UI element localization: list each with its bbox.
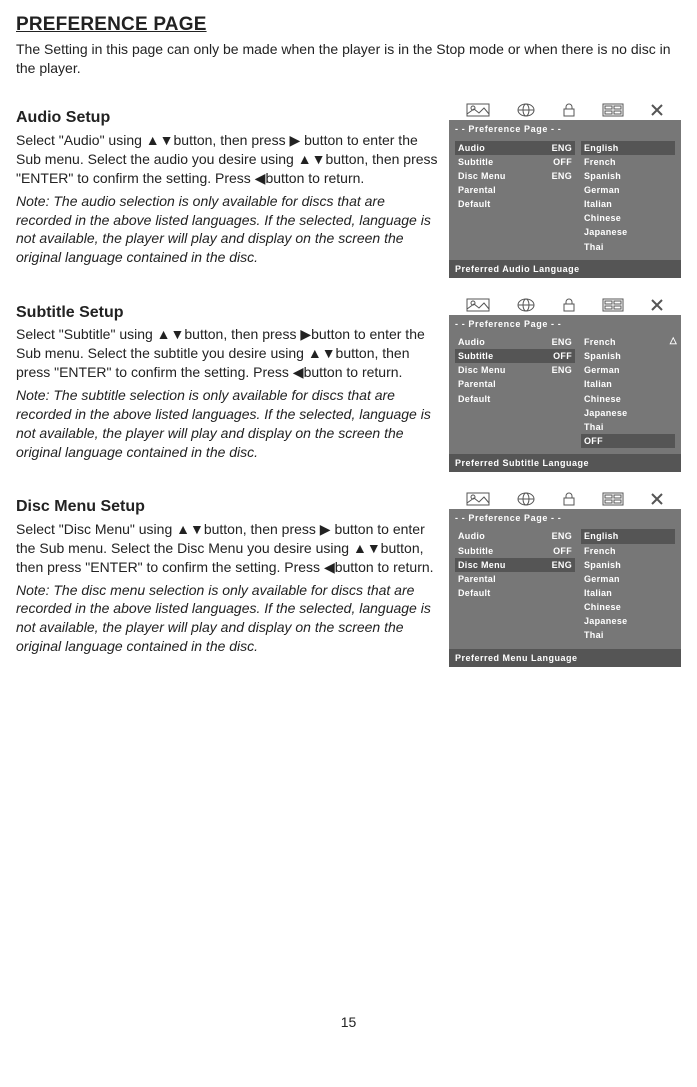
osd-row-parental: Parental [455, 572, 575, 586]
close-icon [650, 298, 664, 312]
close-icon [650, 492, 664, 506]
osd-row-discmenu: Disc MenuENG [455, 558, 575, 572]
osd-footer: Preferred Audio Language [449, 260, 681, 278]
osd-tab-title: - - Preference Page - - [449, 120, 681, 138]
osd-tab-title: - - Preference Page - - [449, 315, 681, 333]
page-number: 15 [16, 1013, 681, 1032]
osd-row-discmenu: Disc MenuENG [455, 169, 575, 183]
osd-row-default: Default [455, 586, 575, 600]
lang-option: Japanese [581, 614, 675, 628]
osd-row-parental: Parental [455, 377, 575, 391]
osd-footer: Preferred Menu Language [449, 649, 681, 667]
lang-option: French [581, 335, 675, 349]
osd-row-audio: AudioENG [455, 529, 575, 543]
close-icon [650, 103, 664, 117]
osd-audio: - - Preference Page - - AudioENG Subtitl… [449, 99, 681, 277]
lang-option: Chinese [581, 392, 675, 406]
lang-option: Thai [581, 628, 675, 642]
osd-row-audio: AudioENG [455, 335, 575, 349]
app-icon [602, 492, 624, 506]
photo-icon [466, 492, 490, 506]
lang-option: German [581, 363, 675, 377]
lang-option: Italian [581, 377, 675, 391]
lang-option: Italian [581, 586, 675, 600]
globe-icon [516, 103, 536, 117]
subtitle-section: - - Preference Page - - AudioENG Subtitl… [16, 290, 681, 478]
lock-icon [562, 492, 576, 506]
photo-icon [466, 103, 490, 117]
lock-icon [562, 103, 576, 117]
lock-icon [562, 298, 576, 312]
lang-option: Chinese [581, 211, 675, 225]
osd-row-default: Default [455, 392, 575, 406]
lang-option: Japanese [581, 406, 675, 420]
osd-discmenu: - - Preference Page - - AudioENG Subtitl… [449, 488, 681, 666]
lang-option: French [581, 155, 675, 169]
lang-option: Spanish [581, 169, 675, 183]
osd-footer: Preferred Subtitle Language [449, 454, 681, 472]
osd-icon-row [449, 488, 681, 509]
lang-option: English [581, 529, 675, 543]
page-intro: The Setting in this page can only be mad… [16, 40, 681, 78]
globe-icon [516, 492, 536, 506]
lang-option: English [581, 141, 675, 155]
app-icon [602, 298, 624, 312]
osd-icon-row [449, 294, 681, 315]
osd-row-subtitle: SubtitleOFF [455, 155, 575, 169]
page-title: PREFERENCE PAGE [16, 12, 681, 38]
discmenu-section: - - Preference Page - - AudioENG Subtitl… [16, 484, 681, 672]
lang-option: Thai [581, 240, 675, 254]
globe-icon [516, 298, 536, 312]
osd-icon-row [449, 99, 681, 120]
audio-section: - - Preference Page - - AudioENG Subtitl… [16, 95, 681, 283]
lang-option: Chinese [581, 600, 675, 614]
osd-subtitle: - - Preference Page - - AudioENG Subtitl… [449, 294, 681, 472]
osd-row-subtitle: SubtitleOFF [455, 544, 575, 558]
lang-option: German [581, 183, 675, 197]
lang-option: Japanese [581, 225, 675, 239]
lang-option: French [581, 544, 675, 558]
osd-tab-title: - - Preference Page - - [449, 509, 681, 527]
photo-icon [466, 298, 490, 312]
lang-option: Italian [581, 197, 675, 211]
lang-option: Thai [581, 420, 675, 434]
scroll-up-icon: △ [670, 334, 677, 346]
osd-row-audio: AudioENG [455, 141, 575, 155]
osd-row-default: Default [455, 197, 575, 211]
osd-row-discmenu: Disc MenuENG [455, 363, 575, 377]
osd-row-parental: Parental [455, 183, 575, 197]
lang-option: German [581, 572, 675, 586]
app-icon [602, 103, 624, 117]
osd-row-subtitle: SubtitleOFF [455, 349, 575, 363]
lang-option: OFF [581, 434, 675, 448]
lang-option: Spanish [581, 349, 675, 363]
lang-option: Spanish [581, 558, 675, 572]
